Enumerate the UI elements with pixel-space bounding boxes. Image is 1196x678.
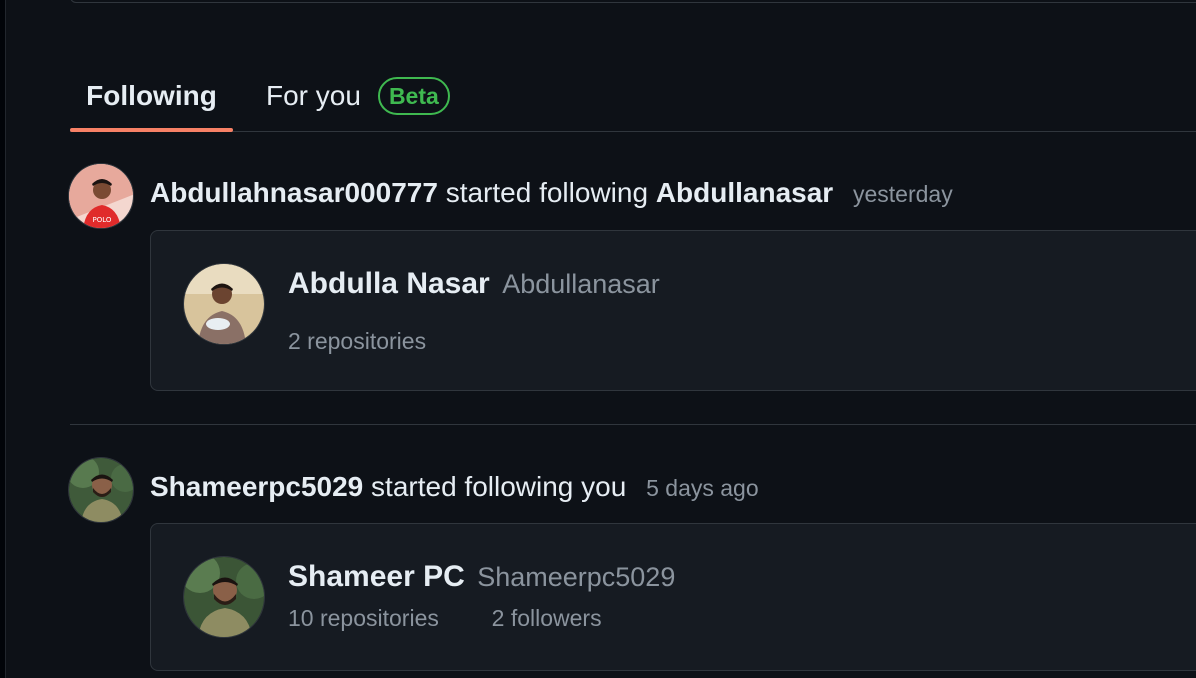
avatar[interactable] (183, 263, 265, 345)
card-title: Shameer PC Shameerpc5029 (288, 560, 675, 594)
avatar[interactable]: POLO (68, 163, 134, 229)
action-text: started following (445, 177, 649, 208)
followers-count[interactable]: 2 followers (492, 605, 602, 631)
avatar-image-icon (184, 557, 264, 637)
tab-for-you-label: For you (266, 80, 361, 111)
timestamp[interactable]: 5 days ago (646, 475, 759, 501)
feed-headline: Shameerpc5029 started following you 5 da… (150, 471, 759, 503)
beta-badge: Beta (377, 77, 450, 115)
user-login[interactable]: Abdullanasar (502, 269, 660, 299)
repositories-count[interactable]: 10 repositories (288, 605, 439, 631)
avatar-image-icon: POLO (69, 164, 133, 228)
user-fullname[interactable]: Shameer PC (288, 560, 465, 593)
timestamp[interactable]: yesterday (853, 181, 953, 207)
tab-for-you[interactable]: For you Beta (266, 62, 450, 130)
card-title: Abdulla Nasar Abdullanasar (288, 267, 660, 301)
card-meta: 2 repositories (288, 328, 426, 355)
actor-link[interactable]: Shameerpc5029 (150, 471, 363, 502)
avatar-image-icon (69, 458, 133, 522)
svg-text:POLO: POLO (93, 216, 112, 224)
active-tab-underline (70, 128, 233, 132)
avatar[interactable] (183, 556, 265, 638)
avatar[interactable] (68, 457, 134, 523)
action-text: started following (371, 471, 574, 502)
feed-tabs: Following For you Beta (70, 62, 1196, 132)
target-link[interactable]: Abdullanasar (656, 177, 833, 208)
tab-following[interactable]: Following (70, 62, 233, 132)
user-card: Shameer PC Shameerpc5029 10 repositories… (150, 523, 1196, 671)
user-login[interactable]: Shameerpc5029 (477, 562, 675, 592)
feed-divider (70, 424, 1196, 425)
user-fullname[interactable]: Abdulla Nasar (288, 267, 490, 300)
card-meta: 10 repositories 2 followers (288, 605, 602, 632)
tab-following-label: Following (86, 80, 217, 111)
target-text: you (581, 471, 627, 502)
feed-page: Following For you Beta POLO Abdullahnasa… (0, 0, 1196, 678)
user-card: Abdulla Nasar Abdullanasar 2 repositorie… (150, 230, 1196, 391)
feed-headline: Abdullahnasar000777 started following Ab… (150, 177, 953, 209)
actor-link[interactable]: Abdullahnasar000777 (150, 177, 438, 208)
previous-panel-edge (70, 0, 1196, 3)
repositories-count[interactable]: 2 repositories (288, 328, 426, 354)
sidebar-edge (0, 0, 6, 678)
avatar-image-icon (184, 264, 264, 344)
